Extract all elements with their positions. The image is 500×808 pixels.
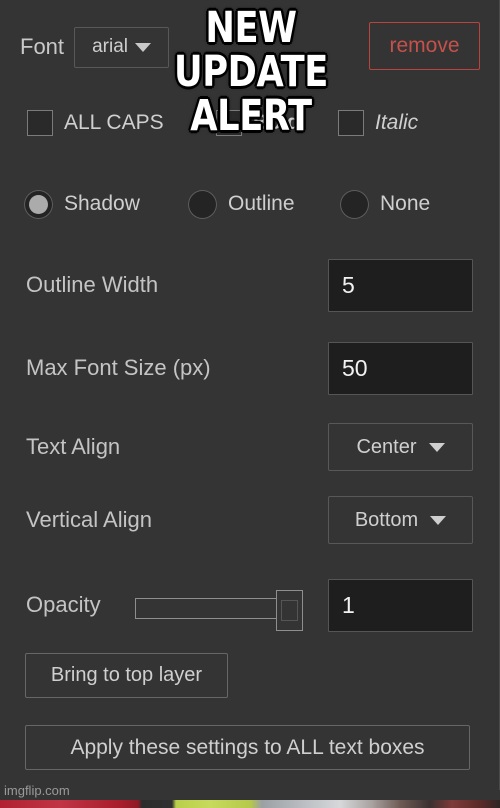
vertical-align-label: Vertical Align (26, 507, 152, 532)
checkbox-bold-label: Bold (253, 111, 300, 134)
chevron-down-icon (430, 515, 447, 525)
outline-width-row: Outline Width 5 (26, 258, 476, 312)
checkbox-italic-box[interactable] (338, 110, 364, 136)
bring-to-top-layer-button[interactable]: Bring to top layer (25, 653, 228, 698)
checkbox-all-caps-label: ALL CAPS (64, 111, 164, 134)
radio-none-dot[interactable] (340, 189, 369, 219)
settings-panel: Font arial remove ALL CAPS Bold Italic S… (0, 0, 500, 790)
bottom-image-strip (0, 800, 500, 808)
radio-outline-label: Outline (228, 192, 295, 215)
checkbox-italic-label: Italic (375, 111, 419, 134)
checkbox-all-caps[interactable]: ALL CAPS (27, 110, 164, 136)
remove-text-box-button[interactable]: remove (369, 22, 480, 70)
vertical-align-row: Vertical Align Bottom (26, 496, 476, 544)
imgflip-watermark: imgflip.com (4, 783, 70, 798)
radio-none-label: None (380, 192, 431, 215)
opacity-slider-thumb[interactable] (276, 590, 303, 631)
outline-width-label: Outline Width (26, 272, 159, 297)
checkbox-all-caps-box[interactable] (27, 110, 53, 136)
max-font-size-label: Max Font Size (px) (26, 355, 211, 380)
text-effect-radio-group: Shadow Outline None (20, 184, 480, 224)
opacity-slider[interactable] (135, 590, 303, 631)
checkbox-italic[interactable]: Italic (338, 110, 418, 136)
opacity-row: Opacity 1 (26, 578, 476, 632)
opacity-slider-track[interactable] (135, 598, 283, 619)
radio-outline-dot[interactable] (188, 189, 217, 219)
max-font-size-input[interactable]: 50 (328, 341, 473, 395)
checkbox-bold-box[interactable] (216, 110, 242, 136)
text-align-select-value: Center (356, 435, 417, 458)
font-label: Font (20, 34, 65, 59)
checkbox-bold[interactable]: Bold (216, 110, 300, 136)
meme-generator-text-settings-panel: Font arial remove ALL CAPS Bold Italic S… (0, 0, 500, 808)
max-font-size-row: Max Font Size (px) 50 (26, 341, 476, 395)
outline-width-input[interactable]: 5 (328, 258, 473, 312)
vertical-align-select-value: Bottom (354, 508, 419, 531)
radio-shadow-label: Shadow (64, 192, 140, 215)
vertical-align-select[interactable]: Bottom (328, 496, 473, 544)
opacity-label: Opacity (26, 592, 101, 617)
font-family-select-value: arial (92, 36, 128, 57)
radio-outline[interactable]: Outline (188, 189, 295, 219)
chevron-down-icon (428, 442, 445, 452)
opacity-input[interactable]: 1 (328, 578, 473, 632)
text-align-label: Text Align (26, 434, 121, 459)
text-align-row: Text Align Center (26, 423, 476, 471)
text-align-select[interactable]: Center (328, 423, 473, 471)
chevron-down-icon (134, 42, 151, 52)
font-family-select[interactable]: arial (74, 26, 170, 68)
radio-shadow-dot[interactable] (24, 189, 53, 219)
text-style-checkbox-group: ALL CAPS Bold Italic (20, 105, 480, 141)
apply-to-all-text-boxes-button[interactable]: Apply these settings to ALL text boxes (25, 725, 470, 770)
radio-none[interactable]: None (340, 189, 431, 219)
radio-shadow[interactable]: Shadow (24, 189, 140, 219)
